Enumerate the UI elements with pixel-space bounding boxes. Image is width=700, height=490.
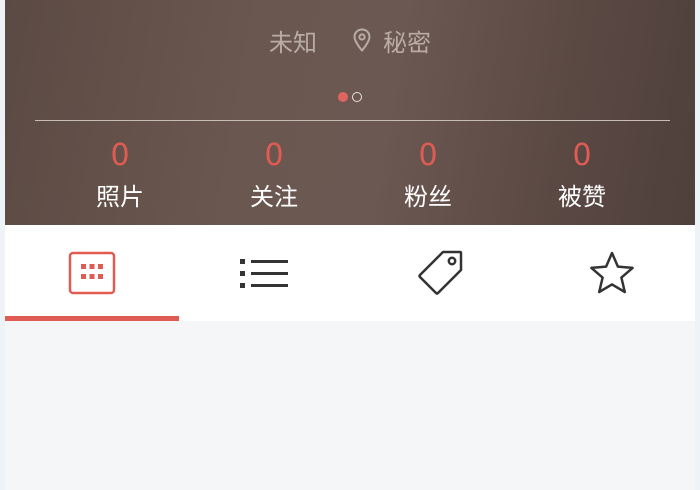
stat-photos-label: 照片 (96, 183, 144, 211)
page-dot-active[interactable] (338, 92, 348, 102)
tab-list[interactable] (177, 225, 351, 321)
tab-favorites[interactable] (525, 225, 695, 321)
stat-followers[interactable]: 0 粉丝 (351, 138, 505, 214)
page-indicator (5, 92, 695, 102)
list-icon (240, 259, 288, 288)
stat-followers-count: 0 (418, 138, 438, 173)
app-frame: 未知 秘密 0 照片 0 关注 0 粉丝 0 被赞 (0, 0, 700, 490)
profile-screen: 未知 秘密 0 照片 0 关注 0 粉丝 0 被赞 (5, 0, 695, 490)
stat-following-label: 关注 (250, 183, 298, 211)
tag-icon (418, 250, 463, 295)
star-icon (590, 251, 634, 294)
stat-likes-count: 0 (572, 138, 592, 173)
tab-tags[interactable] (353, 225, 527, 321)
header-divider (35, 120, 670, 121)
profile-header: 未知 秘密 0 照片 0 关注 0 粉丝 0 被赞 (5, 0, 695, 225)
location-pin-icon (353, 28, 371, 52)
stat-following-count: 0 (264, 138, 284, 173)
tab-grid[interactable] (5, 225, 179, 321)
location: 秘密 (353, 23, 431, 58)
content-area (5, 321, 695, 490)
profile-info-row: 未知 秘密 (5, 22, 695, 58)
stat-followers-label: 粉丝 (404, 183, 452, 211)
grid-icon (68, 251, 116, 295)
profile-tab-bar (5, 225, 695, 321)
stat-photos[interactable]: 0 照片 (43, 138, 197, 214)
page-dot[interactable] (352, 92, 362, 102)
location-text: 秘密 (383, 28, 431, 57)
gender-text: 未知 (269, 28, 317, 57)
stat-likes-label: 被赞 (558, 183, 606, 211)
stat-photos-count: 0 (110, 138, 130, 173)
stats-row: 0 照片 0 关注 0 粉丝 0 被赞 (5, 138, 695, 214)
stat-likes[interactable]: 0 被赞 (505, 138, 659, 214)
stat-following[interactable]: 0 关注 (197, 138, 351, 214)
